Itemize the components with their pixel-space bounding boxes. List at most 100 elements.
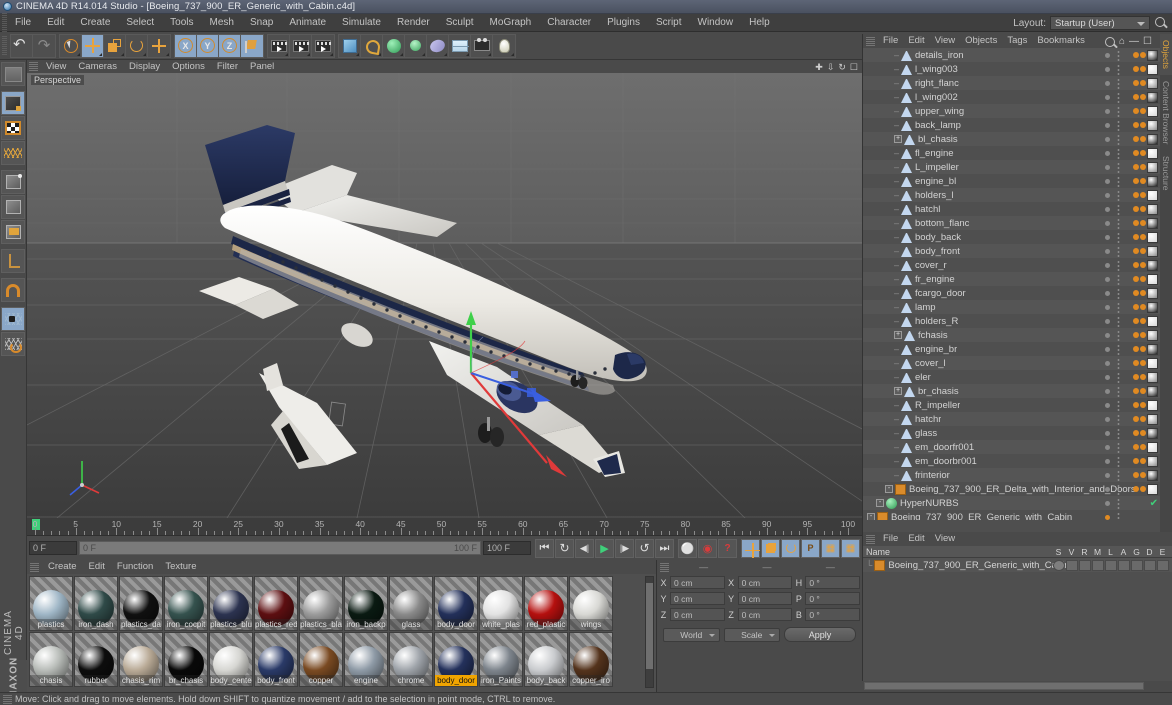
object-tree-row[interactable]: – R_impeller [863, 398, 1172, 412]
material-cell[interactable]: engine [344, 632, 388, 687]
visibility-dots[interactable] [1105, 91, 1120, 103]
texture-tag-icon[interactable] [1140, 458, 1146, 464]
texture-tag-icon[interactable] [1133, 122, 1139, 128]
visibility-dots[interactable] [1105, 483, 1120, 495]
visibility-dot[interactable] [1105, 318, 1110, 324]
mesh-mode-button[interactable] [1, 141, 25, 165]
object-menu-bookmarks[interactable]: Bookmarks [1032, 34, 1090, 48]
texture-tag-icon[interactable] [1140, 374, 1146, 380]
material-tag-icon[interactable] [1147, 385, 1158, 397]
texture-tag-icon[interactable] [1133, 304, 1139, 310]
texture-mode-button[interactable] [1, 116, 25, 140]
material-tag-icon[interactable] [1147, 273, 1158, 285]
material-tag-icon[interactable] [1147, 357, 1158, 369]
size-y-field[interactable]: 0 cm [737, 592, 793, 605]
material-tag-icon[interactable] [1147, 175, 1158, 187]
texture-tag-icon[interactable] [1140, 416, 1146, 422]
attribute-menu-file[interactable]: File [878, 532, 903, 546]
object-tree-row[interactable]: – l_wing003 [863, 62, 1172, 76]
material-tag-icon[interactable] [1147, 245, 1158, 257]
editor-render-dots[interactable] [1117, 161, 1120, 173]
material-cell[interactable]: body_cente [209, 632, 253, 687]
object-tags[interactable] [1133, 427, 1158, 439]
undo-view-button[interactable] [1, 62, 25, 86]
material-cell[interactable]: white_plas [479, 576, 523, 631]
object-tags[interactable] [1133, 105, 1158, 117]
size-mode-dropdown[interactable]: Scale [723, 627, 780, 642]
play-button[interactable]: ▶ [595, 538, 614, 558]
editor-render-dots[interactable] [1117, 469, 1120, 481]
timeline-ruler[interactable]: 0 5 10 15 20 25 30 35 40 45 50 55 60 65 70 75 80 85 90 95 10… [27, 518, 862, 536]
material-scrollbar[interactable] [645, 576, 654, 688]
key-position-button[interactable] [741, 538, 760, 558]
texture-tag-icon[interactable] [1140, 472, 1146, 478]
editor-render-dots[interactable] [1117, 511, 1120, 520]
object-tree-row[interactable]: + bl_chasis [863, 132, 1172, 146]
object-tree-row[interactable]: - HyperNURBS ✔ [863, 496, 1172, 510]
object-tree-row[interactable]: - Boeing_737_900_ER_Generic_with_Cabin [863, 510, 1172, 520]
texture-tag-icon[interactable] [1133, 290, 1139, 296]
add-deformer-button[interactable] [405, 34, 427, 57]
texture-tag-icon[interactable] [1133, 150, 1139, 156]
position-y-field[interactable]: 0 cm [670, 592, 725, 605]
menu-item-mograph[interactable]: MoGraph [482, 14, 540, 32]
material-grid[interactable]: plastics iron_dash plastics_da iron_cocpit p… [27, 574, 656, 692]
texture-tag-icon[interactable] [1133, 332, 1139, 338]
visibility-dots[interactable] [1105, 371, 1120, 383]
key-scale-button[interactable] [761, 538, 780, 558]
go-to-end-button[interactable]: ⏭ [655, 538, 674, 558]
material-tag-icon[interactable] [1147, 399, 1158, 411]
object-tree-row[interactable]: – cover_r [863, 258, 1172, 272]
material-tag-icon[interactable] [1147, 315, 1158, 327]
editor-render-dots[interactable] [1117, 245, 1120, 257]
material-tag-icon[interactable] [1147, 49, 1158, 61]
rotation-b-field[interactable]: 0 ° [805, 608, 861, 621]
object-tags[interactable] [1133, 371, 1158, 383]
object-tree-row[interactable]: – right_flanc [863, 76, 1172, 90]
menu-item-create[interactable]: Create [72, 14, 118, 32]
attribute-drag-handle[interactable] [866, 534, 875, 544]
home-icon[interactable]: ⌂ [1119, 36, 1125, 47]
texture-tag-icon[interactable] [1140, 220, 1146, 226]
viewport-menu-cameras[interactable]: Cameras [72, 60, 123, 73]
editor-render-dots[interactable] [1117, 455, 1120, 467]
material-tag-icon[interactable] [1147, 287, 1158, 299]
menu-item-simulate[interactable]: Simulate [334, 14, 389, 32]
rotation-h-field[interactable]: 0 ° [805, 576, 861, 589]
menu-item-render[interactable]: Render [389, 14, 438, 32]
record-button[interactable]: ◉ [698, 538, 717, 558]
object-tags[interactable] [1133, 385, 1158, 397]
object-tree-row[interactable]: – hatchl [863, 202, 1172, 216]
texture-tag-icon[interactable] [1133, 444, 1139, 450]
visibility-dots[interactable] [1105, 203, 1120, 215]
menu-item-script[interactable]: Script [648, 14, 690, 32]
material-drag-handle[interactable] [30, 562, 39, 572]
visibility-dots[interactable] [1105, 399, 1120, 411]
y-axis-lock[interactable]: Y [197, 34, 219, 57]
size-x-field[interactable]: 0 cm [737, 576, 793, 589]
editor-render-dots[interactable] [1117, 175, 1120, 187]
material-tag-icon[interactable] [1147, 441, 1158, 453]
attribute-row[interactable]: └ Boeing_737_900_ER_Generic_with_Cabin [863, 558, 1172, 572]
r-flag-icon[interactable] [1079, 559, 1091, 571]
editor-render-dots[interactable] [1117, 329, 1120, 341]
step-back-button[interactable]: ◀| [575, 538, 594, 558]
editor-render-dots[interactable] [1117, 63, 1120, 75]
material-tag-icon[interactable] [1147, 483, 1158, 495]
object-tree-row[interactable]: – glass [863, 426, 1172, 440]
object-tree-row[interactable]: – body_back [863, 230, 1172, 244]
object-tags[interactable] [1133, 287, 1158, 299]
s-flag-icon[interactable] [1053, 559, 1065, 571]
scale-view-icon[interactable]: ⇩ [827, 62, 835, 73]
rotate-view-icon[interactable]: ↻ [838, 62, 846, 73]
material-menu-texture[interactable]: Texture [159, 560, 202, 574]
object-tree-row[interactable]: – details_iron [863, 48, 1172, 62]
texture-tag-icon[interactable] [1140, 206, 1146, 212]
render-region-button[interactable] [290, 34, 312, 57]
visibility-dot[interactable] [1105, 262, 1110, 268]
material-tag-icon[interactable] [1147, 329, 1158, 341]
side-tab-structure[interactable]: Structure [1160, 150, 1172, 197]
object-tags[interactable] [1133, 357, 1158, 369]
visibility-dot[interactable] [1105, 220, 1110, 226]
material-tag-icon[interactable] [1147, 77, 1158, 89]
